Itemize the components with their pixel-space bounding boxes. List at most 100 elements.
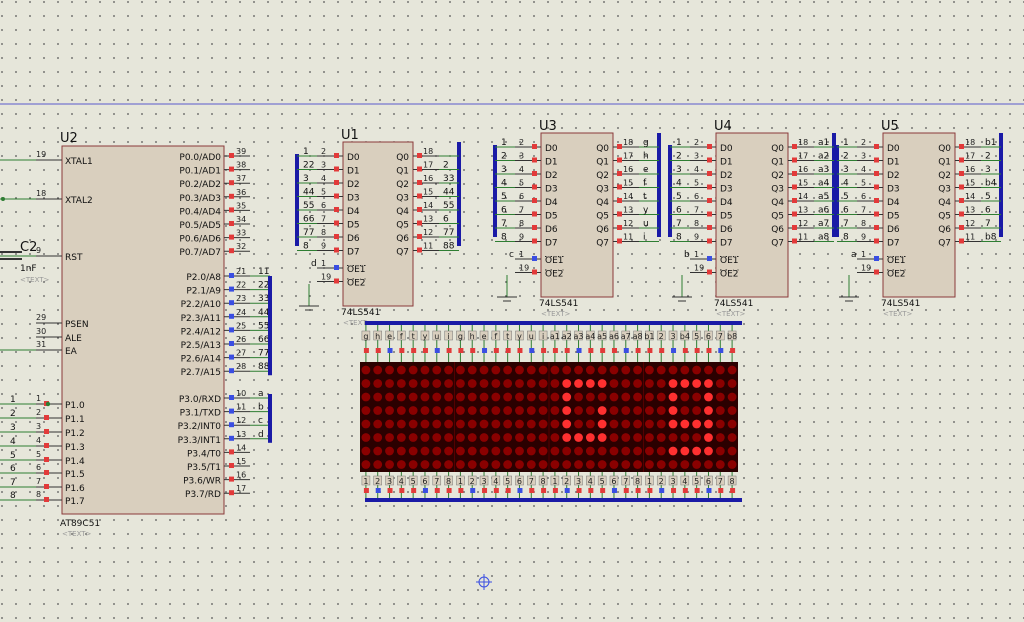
u2-pin-label: P0.5/AD5	[179, 221, 221, 231]
matrix-bottom-pin-label: 6	[422, 477, 427, 486]
buffer-oe-label: OE2	[887, 270, 906, 280]
led-off	[479, 419, 489, 429]
matrix-top-pin-label: g	[363, 332, 368, 341]
buffer-out-net-label: 88	[443, 242, 455, 252]
c2-value-label: 1nF	[20, 264, 37, 274]
led-on	[680, 419, 690, 429]
u2-pin-number: 3	[36, 422, 41, 431]
matrix-top-pin-label: y	[423, 332, 428, 341]
buffer-ref-label: U4	[714, 119, 732, 134]
buffer-out-net-label: a3	[818, 165, 829, 175]
led-off	[645, 446, 654, 456]
buffer-out-net-label: 44	[443, 188, 455, 198]
led-on	[668, 379, 678, 388]
matrix-bottom-pin-label: 5	[694, 477, 699, 486]
p1-net-label: 3	[10, 423, 16, 433]
u2-pin-number: 10	[236, 389, 246, 398]
u2-pin-label: RST	[65, 253, 83, 263]
buffer-in-pin-number: 5	[519, 179, 524, 188]
buffer-out-pin-number: 17	[798, 152, 808, 161]
matrix-top-marker	[552, 348, 558, 353]
led-off	[526, 379, 536, 388]
buffer-out-pin-number: 18	[423, 147, 433, 156]
buffer-out-label: Q2	[938, 171, 951, 181]
u2-pin-marker	[229, 273, 234, 278]
buffer-in-marker	[874, 225, 879, 230]
buffer-in-label: D4	[887, 198, 900, 208]
buffer-out-marker	[617, 198, 622, 203]
led-off	[621, 446, 631, 456]
u2-pin-label: P1.0	[65, 401, 85, 411]
matrix-bottom-pin-label: 4	[399, 477, 404, 486]
buffer-oe-pin-number: 1	[519, 250, 524, 259]
u2-pin-label: ALE	[65, 334, 82, 344]
u2-pin-marker	[229, 286, 234, 292]
led-off	[727, 433, 737, 442]
buffer-in-marker	[874, 171, 879, 176]
u2-pin-label: P0.1/AD1	[179, 167, 221, 177]
buffer-in-net-label: 4	[843, 179, 849, 189]
led-off	[609, 446, 619, 456]
led-off	[444, 392, 453, 402]
buffer-in-label: D4	[720, 198, 733, 208]
led-on	[574, 379, 583, 388]
matrix-bottom-marker	[434, 488, 440, 493]
buffer-oe-label: OE2	[545, 270, 564, 280]
led-off	[538, 379, 548, 388]
matrix-bottom-marker	[422, 488, 428, 493]
buffer-out-marker	[792, 184, 797, 190]
matrix-bottom-pin-label: 1	[363, 477, 368, 486]
buffer-oe-label: OE1	[347, 265, 366, 275]
led-off	[715, 446, 725, 456]
buffer-out-net-label: 5	[985, 192, 991, 202]
buffer-out-net-label: 77	[443, 228, 454, 238]
u2-part-label: AT89C51	[60, 519, 100, 529]
led-off	[680, 365, 690, 375]
led-off	[692, 433, 702, 442]
buffer-out-net-label: 6	[985, 206, 991, 216]
u2-pin-number: 27	[236, 349, 246, 358]
buffer-in-net-label: 8	[843, 233, 849, 243]
led-off	[396, 419, 406, 429]
led-off	[467, 446, 477, 456]
c2-text-tag: <TEXT>	[20, 276, 50, 284]
u2-pin-marker	[229, 449, 234, 455]
u2-pin-number: 32	[236, 242, 246, 251]
led-off	[633, 379, 642, 388]
led-off	[680, 406, 690, 415]
buffer-in-pin-number: 4	[861, 165, 866, 174]
led-off	[361, 392, 371, 402]
matrix-top-pin-label: 5	[694, 332, 699, 341]
led-off	[609, 460, 619, 469]
led-off	[526, 406, 536, 415]
led-off	[491, 406, 501, 415]
u2-pin-number: 5	[36, 450, 41, 459]
buffer-in-pin-number: 2	[519, 138, 524, 147]
buffer-in-label: D6	[887, 225, 900, 235]
led-on	[597, 406, 607, 415]
led-off	[491, 365, 501, 375]
buffer-oe-label: OE2	[347, 279, 366, 289]
matrix-bottom-pin-label: 5	[505, 477, 510, 486]
matrix-bottom-pin-label: 1	[552, 477, 557, 486]
buffer-in-pin-number: 8	[861, 219, 866, 228]
buffer-oe-label: OE1	[887, 256, 906, 266]
schematic-canvas[interactable]: U2AT89C51<TEXT>19XTAL118XTAL29RST29PSEN3…	[0, 0, 1024, 622]
buffer-oe-marker	[707, 269, 712, 275]
buffer-in-label: D2	[545, 171, 558, 181]
buffer-in-net-label: 3	[501, 165, 507, 175]
led-off	[479, 433, 489, 442]
u2-pin-marker	[229, 193, 234, 199]
u2-pin-marker	[229, 354, 234, 360]
led-off	[621, 406, 631, 415]
led-off	[444, 379, 453, 388]
matrix-bottom-pin-label: 4	[493, 477, 498, 486]
matrix-top-marker	[470, 348, 476, 353]
buffer-in-label: D7	[887, 239, 900, 249]
matrix-bottom-pin-label: 2	[470, 477, 475, 486]
led-on	[597, 433, 607, 442]
buffer-in-label: D0	[347, 153, 360, 163]
led-off	[515, 379, 524, 388]
matrix-top-pin-label: 7	[718, 332, 723, 341]
buffer-in-pin-number: 9	[694, 233, 699, 242]
